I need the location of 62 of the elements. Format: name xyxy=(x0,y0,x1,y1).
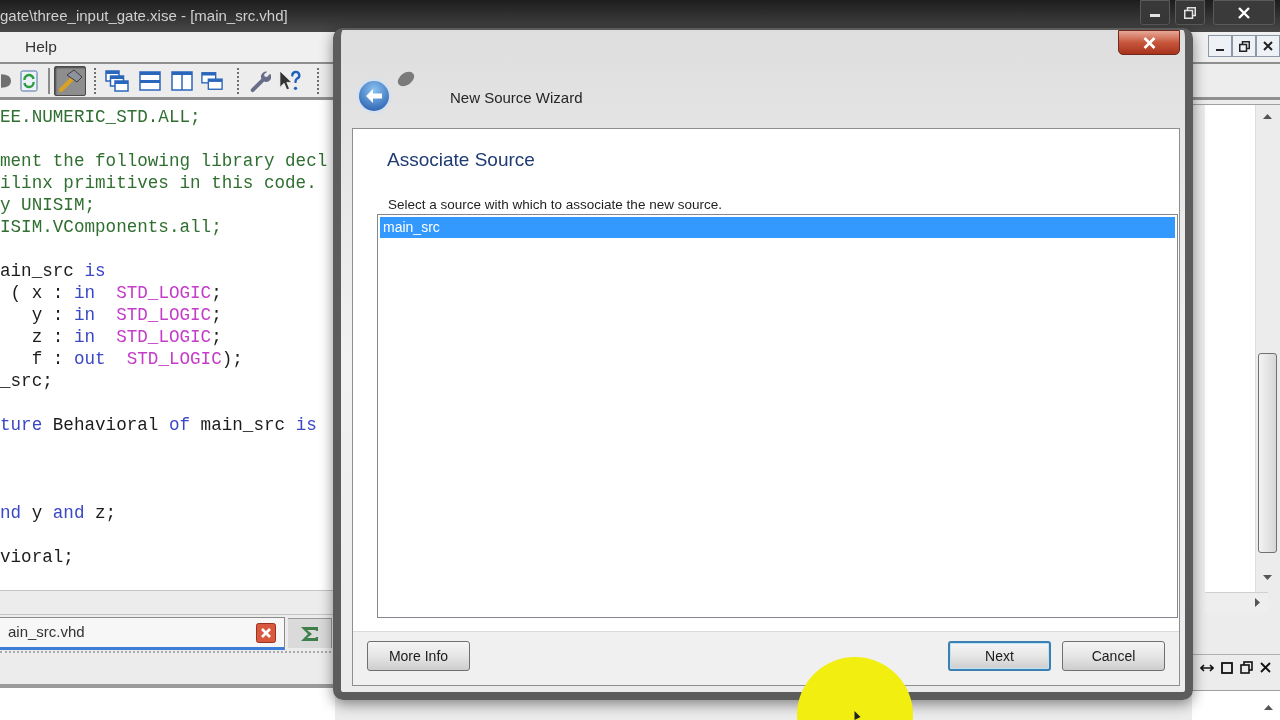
page-heading: Associate Source xyxy=(387,148,535,172)
code-line: y : in STD_LOGIC; xyxy=(30,304,222,326)
code-line: ilinx primitives in this code. xyxy=(0,172,317,194)
window-title: gate\three_input_gate.xise - [main_src.vhd] xyxy=(0,7,288,25)
code-line: y UNISIM; xyxy=(0,194,96,216)
code-line: z : in STD_LOGIC; xyxy=(30,326,222,348)
dialog-button[interactable]: Next xyxy=(948,641,1051,671)
scrollbar[interactable] xyxy=(1255,105,1278,592)
scroll-right-icon[interactable] xyxy=(1255,598,1260,607)
code-editor[interactable] xyxy=(0,100,335,590)
code-line: f : out STD_LOGIC); xyxy=(30,348,243,370)
scroll-down-icon[interactable] xyxy=(1262,575,1272,580)
code-line: _src; xyxy=(0,370,53,392)
close-icon xyxy=(1263,41,1273,51)
toolbar-button[interactable] xyxy=(54,65,86,96)
tile-horizontal-icon xyxy=(139,70,161,91)
menu-item[interactable]: Help xyxy=(25,37,57,57)
maximize-icon[interactable] xyxy=(1221,661,1233,674)
code-line: ( x : in STD_LOGIC; xyxy=(9,282,222,304)
close-icon[interactable] xyxy=(256,622,276,643)
code-line: ain_src is xyxy=(0,260,106,282)
hammer-icon xyxy=(57,68,83,93)
close-icon xyxy=(1238,6,1250,19)
restore-icon xyxy=(1238,40,1250,52)
refresh-icon xyxy=(19,69,39,92)
editor-tab[interactable] xyxy=(288,618,332,648)
close-icon xyxy=(1142,36,1156,49)
dialog-button[interactable]: Cancel xyxy=(1062,641,1165,671)
scrollbar-thumb[interactable] xyxy=(1257,353,1277,553)
code-line: vioral; xyxy=(0,546,74,568)
arrow-left-icon xyxy=(365,89,383,103)
minimize-button[interactable] xyxy=(1208,35,1232,57)
restore-icon[interactable] xyxy=(1240,661,1253,674)
instruction-text: Select a source with which to associate the new source. xyxy=(388,196,722,214)
code-line: nd y and z; xyxy=(0,502,117,524)
back-button[interactable] xyxy=(357,79,391,113)
code-line: ISIM.VComponents.all; xyxy=(0,216,222,238)
close-icon[interactable] xyxy=(1260,662,1271,673)
smudge-icon xyxy=(396,70,416,88)
cascade-windows-icon xyxy=(105,69,129,92)
scroll-up-icon[interactable] xyxy=(1264,705,1273,710)
resize-icon[interactable] xyxy=(1200,662,1214,673)
close-button[interactable] xyxy=(1256,35,1280,57)
editor-tab[interactable]: ain_src.vhd xyxy=(0,617,285,650)
code-line: ment the following library decl xyxy=(0,150,328,172)
help-pointer-icon xyxy=(279,68,301,93)
minimize-icon xyxy=(1216,49,1224,51)
pointer-icon xyxy=(854,711,861,720)
minimize-icon xyxy=(1150,14,1160,17)
restore-button[interactable] xyxy=(1175,0,1205,25)
close-button[interactable] xyxy=(1213,0,1275,25)
dialog-title: New Source Wizard xyxy=(450,89,583,107)
restore-button[interactable] xyxy=(1232,35,1256,57)
code-line: EE.NUMERIC_STD.ALL; xyxy=(0,106,201,128)
minimize-button[interactable] xyxy=(1140,0,1170,25)
scroll-up-icon[interactable] xyxy=(1262,114,1272,119)
dialog-button[interactable]: More Info xyxy=(367,641,470,671)
close-button[interactable] xyxy=(1118,30,1180,55)
restore-icon xyxy=(1184,6,1196,19)
tile-vertical-icon xyxy=(171,70,193,91)
windows-icon xyxy=(201,70,223,91)
code-line: ture Behavioral of main_src is xyxy=(0,414,317,436)
